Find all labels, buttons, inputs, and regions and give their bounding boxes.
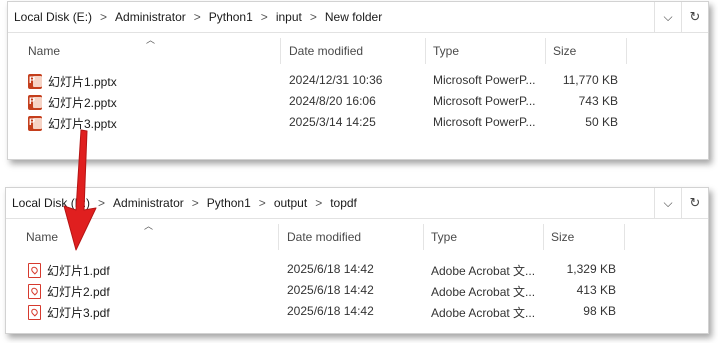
file-row[interactable]: 幻灯片3.pptx 2025/3/14 14:25 Microsoft Powe… <box>8 111 708 132</box>
sort-ascending-icon: ︿ <box>144 221 154 231</box>
breadcrumb-separator-icon[interactable]: > <box>261 10 268 24</box>
file-size: 98 KB <box>583 304 616 318</box>
red-down-arrow-icon <box>63 129 97 251</box>
column-header-date-modified[interactable]: Date modified <box>289 44 363 58</box>
column-divider[interactable] <box>425 38 426 64</box>
file-type: Adobe Acrobat 文... <box>431 306 536 320</box>
sort-ascending-icon: ︿ <box>146 35 156 45</box>
address-bar[interactable]: Local Disk (E:) > Administrator > Python… <box>8 2 708 33</box>
pdf-file-icon <box>28 263 41 278</box>
column-divider[interactable] <box>626 38 627 64</box>
column-header-name[interactable]: Name <box>26 230 58 244</box>
file-size: 11,770 KB <box>562 73 618 87</box>
powerpoint-file-icon <box>28 95 42 110</box>
address-bar[interactable]: Local Disk (E:) > Administrator > Python… <box>6 188 708 219</box>
file-date: 2024/8/20 16:06 <box>289 94 376 108</box>
refresh-icon[interactable]: ↻ <box>681 2 708 32</box>
file-size: 743 KB <box>578 94 618 108</box>
powerpoint-file-icon <box>28 74 42 89</box>
refresh-icon[interactable]: ↻ <box>681 188 708 218</box>
file-row[interactable]: 幻灯片2.pptx 2024/8/20 16:06 Microsoft Powe… <box>8 90 708 111</box>
file-size: 50 KB <box>585 115 618 129</box>
column-header-size[interactable]: Size <box>553 44 576 58</box>
file-row[interactable]: 幻灯片1.pdf 2025/6/18 14:42 Adobe Acrobat 文… <box>6 258 708 279</box>
file-row[interactable]: 幻灯片2.pdf 2025/6/18 14:42 Adobe Acrobat 文… <box>6 279 708 300</box>
file-name: 幻灯片1.pdf <box>47 264 110 278</box>
breadcrumb: Local Disk (E:) > Administrator > Python… <box>8 10 654 24</box>
file-date: 2024/12/31 10:36 <box>289 73 383 87</box>
breadcrumb-item[interactable]: Python1 <box>209 10 253 24</box>
powerpoint-file-icon <box>28 116 42 131</box>
column-header-type[interactable]: Type <box>431 230 457 244</box>
file-date: 2025/6/18 14:42 <box>287 262 374 276</box>
column-header-size[interactable]: Size <box>551 230 574 244</box>
file-type: Microsoft PowerP... <box>433 73 536 87</box>
column-divider[interactable] <box>280 38 281 64</box>
column-divider[interactable] <box>278 224 279 250</box>
breadcrumb-separator-icon[interactable]: > <box>315 196 322 210</box>
file-type: Microsoft PowerP... <box>433 94 536 108</box>
column-header-type[interactable]: Type <box>433 44 459 58</box>
breadcrumb-item[interactable]: Local Disk (E:) <box>14 10 92 24</box>
chevron-down-icon[interactable]: ⌵ <box>654 2 681 32</box>
breadcrumb-separator-icon[interactable]: > <box>192 196 199 210</box>
pdf-file-icon <box>28 284 41 299</box>
breadcrumb-item[interactable]: Administrator <box>115 10 186 24</box>
file-name: 幻灯片1.pptx <box>48 75 117 89</box>
breadcrumb: Local Disk (E:) > Administrator > Python… <box>6 196 654 210</box>
column-header-row: ︿ Name Date modified Type Size <box>6 218 708 256</box>
breadcrumb-separator-icon[interactable]: > <box>310 10 317 24</box>
column-divider[interactable] <box>624 224 625 250</box>
file-date: 2025/6/18 14:42 <box>287 304 374 318</box>
file-type: Microsoft PowerP... <box>433 115 536 129</box>
breadcrumb-item[interactable]: Administrator <box>113 196 184 210</box>
file-name: 幻灯片2.pdf <box>47 285 110 299</box>
file-size: 413 KB <box>576 283 616 297</box>
breadcrumb-item[interactable]: Python1 <box>207 196 251 210</box>
explorer-window-input: Local Disk (E:) > Administrator > Python… <box>7 1 709 160</box>
column-header-row: ︿ Name Date modified Type Size <box>8 32 708 70</box>
breadcrumb-item[interactable]: topdf <box>330 196 357 210</box>
file-name: 幻灯片2.pptx <box>48 96 117 110</box>
file-date: 2025/3/14 14:25 <box>289 115 376 129</box>
file-type: Adobe Acrobat 文... <box>431 285 536 299</box>
arrow-shape <box>63 129 97 251</box>
pdf-file-icon <box>28 305 41 320</box>
chevron-down-icon[interactable]: ⌵ <box>654 188 681 218</box>
column-divider[interactable] <box>423 224 424 250</box>
breadcrumb-separator-icon[interactable]: > <box>100 10 107 24</box>
file-name: 幻灯片3.pdf <box>47 306 110 320</box>
column-divider[interactable] <box>543 224 544 250</box>
breadcrumb-item[interactable]: New folder <box>325 10 382 24</box>
file-type: Adobe Acrobat 文... <box>431 264 536 278</box>
breadcrumb-item[interactable]: output <box>274 196 307 210</box>
breadcrumb-item[interactable]: input <box>276 10 302 24</box>
column-header-date-modified[interactable]: Date modified <box>287 230 361 244</box>
file-size: 1,329 KB <box>566 262 616 276</box>
file-row[interactable]: 幻灯片1.pptx 2024/12/31 10:36 Microsoft Pow… <box>8 69 708 90</box>
file-date: 2025/6/18 14:42 <box>287 283 374 297</box>
breadcrumb-separator-icon[interactable]: > <box>259 196 266 210</box>
explorer-window-output: Local Disk (E:) > Administrator > Python… <box>5 187 709 334</box>
file-row[interactable]: 幻灯片3.pdf 2025/6/18 14:42 Adobe Acrobat 文… <box>6 300 708 321</box>
column-divider[interactable] <box>545 38 546 64</box>
column-header-name[interactable]: Name <box>28 44 60 58</box>
breadcrumb-separator-icon[interactable]: > <box>194 10 201 24</box>
